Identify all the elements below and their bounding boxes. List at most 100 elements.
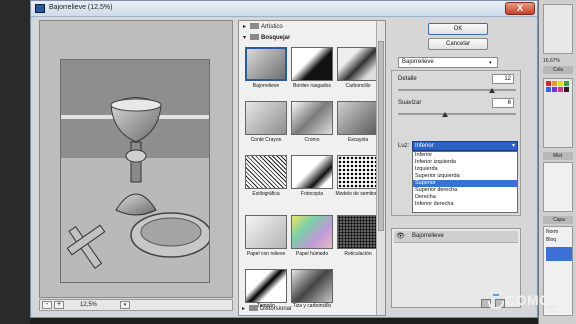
filter-thumb-cromo[interactable] [291,101,333,135]
folder-label: Bosquejar [261,35,291,41]
zoom-dropdown[interactable]: ▾ [120,301,130,309]
filter-label: Fotocopia [301,191,323,197]
watermark-sub: .com [547,304,556,309]
filter-thumb-papel-humedo[interactable] [291,215,333,249]
chevron-down-icon: ▾ [489,60,492,66]
light-option[interactable]: Superior derecha [413,187,517,194]
history-panel [543,162,573,212]
folder-artistico[interactable]: ▸ Artístico [243,23,373,33]
filter-thumb-estilografica[interactable] [245,155,287,189]
panel-label: Mist [553,153,563,159]
filter-thumb-escayola[interactable] [337,101,379,135]
effect-layer-row[interactable]: 👁 Bajorrelieve [394,231,518,243]
filter-label: Papel con relieve [246,251,286,257]
filter-thumb-conte-crayon[interactable] [245,101,287,135]
layer-row-selected[interactable] [546,247,572,261]
panel-label: Colo [553,67,564,73]
swatch[interactable] [564,87,569,92]
visibility-eye-icon[interactable]: 👁 [396,232,406,242]
window-title: Bajorrelieve (12,5%) [49,4,113,11]
filter-label: Cromo [304,137,320,143]
watermark-text: COMO [505,292,551,308]
swatch[interactable] [552,87,557,92]
folder-distorsionar[interactable]: ▸ Distorsionar [242,305,372,315]
watermark: COMO .com [485,290,565,314]
zoom-bar: - + 12,5% ▾ [39,299,233,311]
dialog-body: - + 12,5% ▾ ▸ Artístico ▾ Bosquejar Bajorr… [33,18,535,317]
chevron-down-icon: ▾ [511,143,515,149]
panel-label: Capa [553,217,565,223]
ok-button[interactable]: OK [428,23,488,35]
folder-icon [250,23,259,29]
expand-arrow-icon: ▸ [243,24,247,30]
preview-area[interactable] [39,20,233,298]
swatch[interactable] [558,87,563,92]
collapse-arrow-icon: ▾ [243,35,247,41]
swatches-grid[interactable] [543,78,573,148]
close-button[interactable]: X [505,2,535,15]
light-option-highlighted[interactable]: Superior [413,180,517,187]
gallery-scrollbar[interactable] [376,21,385,315]
smooth-slider-track[interactable] [398,113,516,115]
swatch[interactable] [546,87,551,92]
filter-thumb-bordes-rasgados[interactable] [291,47,333,81]
swatch[interactable] [558,81,563,86]
filter-thumb-tampon[interactable] [245,269,287,303]
navigator-panel [543,4,573,54]
folder-icon [250,34,259,40]
folder-label: Distorsionar [260,306,293,312]
light-option[interactable]: Derecha [413,194,517,201]
filter-thumb-papel-con-relieve[interactable] [245,215,287,249]
filter-select-value: Bajorrelieve [402,59,434,65]
light-option[interactable]: Inferior izquierda [413,159,517,166]
expand-arrow-icon: ▸ [242,306,246,312]
effect-layer-name: Bajorrelieve [412,233,444,239]
smooth-slider-knob[interactable] [442,112,449,117]
light-option[interactable]: Inferior [413,152,517,159]
filter-gallery-dialog: Bajorrelieve (12,5%) X - + 12,5% ▾ ▸ Art… [30,0,538,318]
detail-label: Detalle [398,76,417,82]
cancel-button[interactable]: Cancelar [428,38,488,50]
folder-label: Artístico [261,24,283,30]
swatch[interactable] [564,81,569,86]
title-bar: Bajorrelieve (12,5%) X [31,1,537,17]
swatch[interactable] [546,81,551,86]
filter-thumb-reticulacion[interactable] [337,215,379,249]
light-select-value: Inferior [415,143,434,149]
filter-thumb-tiza-carboncillo[interactable] [291,269,333,303]
smooth-input[interactable]: 6 [492,98,514,108]
filter-gallery: ▸ Artístico ▾ Bosquejar Bajorrelieve Borde… [238,20,386,316]
panel-label: 16,67% [543,58,560,64]
photoshop-side-panels: 16,67% Colo Mist Capa Norm Bloq [538,0,576,324]
folder-bosquejar[interactable]: ▾ Bosquejar [243,34,373,44]
light-select[interactable]: Inferior ▾ [412,141,518,151]
preview-image [60,59,210,283]
filter-label: Papel húmedo [295,251,329,257]
detail-slider-knob[interactable] [489,88,496,93]
detail-input[interactable]: 12 [492,74,514,84]
settings-panel: Detalle 12 Suavizar 6 Luz: Inferior ▾ In… [391,70,521,216]
filter-label: Bajorrelieve [252,83,280,89]
filter-label: Conté Crayon [250,137,282,143]
watermark-logo-icon [488,294,504,310]
filter-label: Estilográfica [252,191,280,197]
light-option[interactable]: Inferior derecha [413,201,517,208]
scrollbar-thumb[interactable] [378,41,384,231]
swatch[interactable] [552,81,557,86]
filter-thumb-carboncillo[interactable] [337,47,379,81]
detail-slider-track[interactable] [398,89,516,91]
photoshop-icon [35,4,45,13]
smooth-label: Suavizar [398,100,422,106]
filter-thumb-fotocopia[interactable] [291,155,333,189]
filter-label: Bordes rasgados [293,83,331,89]
light-option[interactable]: Superior izquierda [413,173,517,180]
filter-select[interactable]: Bajorrelieve ▾ [398,57,498,68]
zoom-value: 12,5% [80,302,98,308]
light-dropdown-list: Inferior Inferior izquierda Izquierda Su… [412,151,518,213]
zoom-in-button[interactable]: + [54,301,64,309]
filter-thumb-modelo-semitono[interactable] [337,155,379,189]
light-option[interactable]: Izquierda [413,166,517,173]
folder-icon [249,305,258,311]
filter-thumb-bajorrelieve[interactable] [245,47,287,81]
zoom-out-button[interactable]: - [42,301,52,309]
